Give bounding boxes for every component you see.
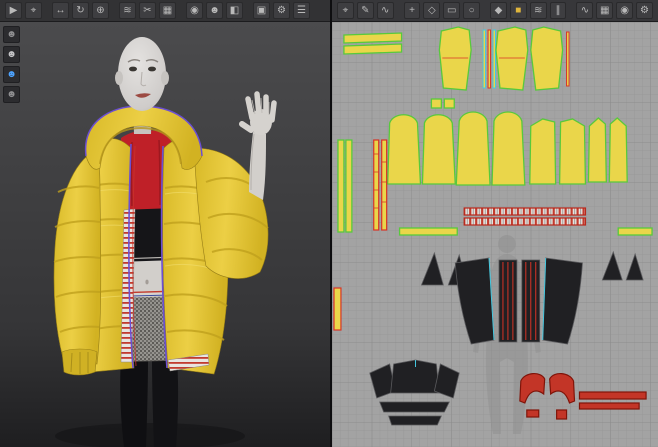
scene-3d[interactable]: [0, 22, 330, 447]
edit-pattern-icon[interactable]: ✎: [356, 2, 374, 19]
avatar-arrangement-icon[interactable]: ☻: [3, 86, 20, 103]
move-tool-icon[interactable]: ↔: [52, 2, 69, 19]
zipper-strip-cyan-2[interactable]: [492, 29, 496, 89]
pattern-piece-front-upper-right[interactable]: [495, 26, 529, 91]
pattern-piece-sleeve-4[interactable]: [491, 111, 526, 186]
transform-pattern-icon[interactable]: ⌖: [337, 2, 354, 19]
marvelous-designer-window: ▶ ⌖ ↔ ↻ ⊕ ≋ ✂ ▦ ◉ ☻ ◧ ▣ ⚙ ☰ ☻ ☻ ☻ ☻ ⌖ ✎ …: [0, 0, 658, 447]
pattern-options-icon[interactable]: ⚙: [636, 2, 653, 19]
viewport-2d-panel: ⌖ ✎ ∿ + ◇ ▭ ○ ◆ ■ ≋ ∥ ∿ ▦ ◉ ⚙: [330, 0, 658, 447]
avatar-side-toolbar: ☻ ☻ ☻ ☻: [3, 26, 20, 103]
edit-sewing-icon[interactable]: ≋: [529, 2, 547, 19]
pattern-piece-mini-strip[interactable]: [333, 287, 342, 331]
avatar-skin-icon[interactable]: ☻: [3, 46, 20, 63]
show-avatar-icon[interactable]: ☻: [3, 26, 20, 43]
pattern-piece-top-band-2[interactable]: [388, 415, 442, 426]
pattern-piece-tab-2[interactable]: [443, 98, 455, 109]
ear-left: [115, 71, 123, 85]
pattern-piece-hem-strip-2[interactable]: [617, 227, 653, 236]
pattern-piece-top-band-1[interactable]: [379, 401, 450, 413]
pin-tool-icon[interactable]: ⊕: [92, 2, 109, 19]
pattern-piece-back-panel-2[interactable]: [558, 118, 587, 185]
render-settings-icon[interactable]: ⚙: [273, 2, 290, 19]
pattern-piece-front-upper-left[interactable]: [438, 26, 472, 91]
rotate-tool-icon[interactable]: ↻: [72, 2, 89, 19]
pattern-info-icon[interactable]: ◉: [616, 2, 634, 19]
pattern-piece-tab-1[interactable]: [430, 98, 442, 109]
eye-right: [148, 66, 156, 72]
pattern-piece-strip-long-1[interactable]: [337, 139, 345, 233]
viewport-2d[interactable]: [332, 22, 658, 447]
pattern-piece-rib-trim-1[interactable]: [463, 207, 587, 216]
toolbar-2d: ⌖ ✎ ∿ + ◇ ▭ ○ ◆ ■ ≋ ∥ ∿ ▦ ◉ ⚙: [332, 0, 658, 22]
zipper-strip-cyan-1[interactable]: [482, 29, 487, 89]
dart-tool-icon[interactable]: ◆: [490, 2, 507, 19]
cloth-display-icon[interactable]: ◧: [226, 2, 243, 19]
simulate-icon[interactable]: ▶: [5, 2, 22, 19]
pattern-piece-side-panel-2[interactable]: [608, 117, 628, 183]
pattern-piece-back-upper[interactable]: [530, 26, 564, 91]
pattern-piece-zip-tape-2[interactable]: [381, 139, 388, 231]
viewport-3d[interactable]: ☻ ☻ ☻ ☻: [0, 22, 330, 447]
zipper-strip-red[interactable]: [487, 29, 492, 89]
sewing-tool-icon[interactable]: ≋: [119, 2, 136, 19]
pattern-piece-collar-band-2[interactable]: [343, 43, 403, 55]
texture-view-icon[interactable]: ▦: [159, 2, 176, 19]
polygon-tool-icon[interactable]: ◇: [423, 2, 441, 19]
mesh-display-icon[interactable]: ▣: [253, 2, 270, 19]
avatar-display-icon[interactable]: ☻: [206, 2, 223, 19]
zipper-strip-red-2[interactable]: [566, 31, 570, 87]
texture-edit-icon[interactable]: ▦: [596, 2, 614, 19]
pattern-piece-rib-trim-2[interactable]: [463, 217, 587, 226]
segment-sewing-icon[interactable]: ∥: [549, 2, 567, 19]
leg-right[interactable]: [152, 358, 179, 447]
pattern-piece-red-strip-1[interactable]: [578, 391, 647, 400]
select-tool-icon[interactable]: ⌖: [25, 2, 42, 19]
eye-left: [129, 66, 137, 72]
pattern-board[interactable]: [332, 22, 658, 447]
pattern-piece-red-tab-2[interactable]: [526, 409, 540, 418]
pattern-piece-back-panel-1[interactable]: [529, 118, 557, 185]
pattern-piece-sleeve-1[interactable]: [386, 114, 422, 185]
free-sewing-icon[interactable]: ∿: [576, 2, 594, 19]
pattern-piece-red-tab-1[interactable]: [556, 409, 568, 420]
circle-tool-icon[interactable]: ○: [463, 2, 481, 19]
pattern-piece-collar-band-1[interactable]: [343, 32, 403, 44]
pattern-piece-top-front[interactable]: [390, 359, 440, 394]
scissors-tool-icon[interactable]: ✂: [139, 2, 156, 19]
grading-tool-icon[interactable]: ■: [509, 2, 527, 19]
edit-curvature-icon[interactable]: ∿: [376, 2, 394, 19]
rectangle-tool-icon[interactable]: ▭: [443, 2, 461, 19]
viewport-3d-panel: ▶ ⌖ ↔ ↻ ⊕ ≋ ✂ ▦ ◉ ☻ ◧ ▣ ⚙ ☰ ☻ ☻ ☻ ☻: [0, 0, 330, 447]
toolbar-3d: ▶ ⌖ ↔ ↻ ⊕ ≋ ✂ ▦ ◉ ☻ ◧ ▣ ⚙ ☰: [0, 0, 330, 22]
pattern-piece-red-strip-2[interactable]: [578, 402, 640, 410]
camera-view-icon[interactable]: ◉: [186, 2, 203, 19]
leg-left[interactable]: [120, 358, 148, 447]
view-menu-icon[interactable]: ☰: [293, 2, 310, 19]
pattern-piece-sleeve-2[interactable]: [421, 114, 456, 185]
pattern-piece-strip-long-2[interactable]: [345, 139, 353, 233]
pattern-piece-zip-tape-1[interactable]: [373, 139, 380, 231]
navel: [145, 279, 149, 285]
add-point-icon[interactable]: +: [403, 2, 421, 19]
pattern-piece-hem-strip-1[interactable]: [398, 227, 458, 236]
pattern-piece-sleeve-3[interactable]: [455, 111, 491, 186]
pattern-piece-side-panel-1[interactable]: [587, 117, 607, 183]
avatar-pose-icon[interactable]: ☻: [3, 66, 20, 83]
ear-right: [161, 71, 169, 85]
